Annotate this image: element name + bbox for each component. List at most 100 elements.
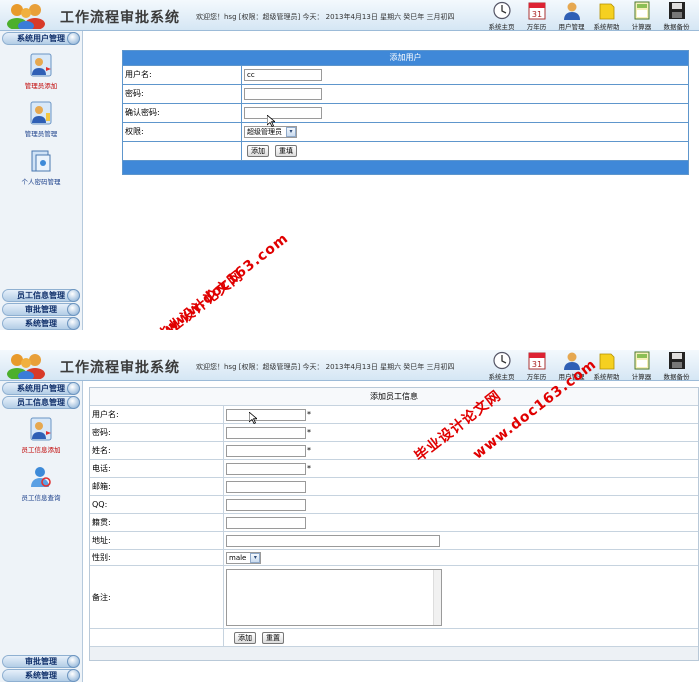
password-input[interactable] [244, 88, 322, 100]
calendar-button[interactable]: 31 万年历 [519, 1, 554, 31]
add-staff-form: 添加员工信息 用户名: * 密码: * 姓名: * 电话: * 邮箱: QQ: … [89, 387, 699, 661]
calculator-button[interactable]: 计算器 [624, 1, 659, 31]
help-book-icon [599, 3, 614, 20]
scrollbar[interactable] [433, 569, 441, 625]
calculator-icon [634, 1, 649, 20]
reset-button[interactable]: 重置 [262, 631, 284, 644]
address-input[interactable] [226, 534, 440, 547]
required-mark: * [307, 446, 311, 455]
calendar-icon: 31 [528, 2, 545, 20]
toggle-knob-icon [67, 32, 80, 45]
app-title: 工作流程审批系统 [60, 360, 180, 376]
tool-label: 系统主页 [488, 373, 515, 381]
toggle-knob-icon [67, 669, 80, 682]
toggle-knob-icon [67, 655, 80, 668]
admin-manage-icon [30, 101, 52, 125]
calendar-button[interactable]: 31 万年历 [519, 351, 554, 381]
gender-select[interactable]: male ▾ [226, 551, 262, 564]
tool-label: 用户管理 [558, 23, 585, 31]
hometown-label: 籍贯: [90, 514, 224, 531]
note-textarea[interactable] [226, 568, 442, 626]
calculator-button[interactable]: 计算器 [624, 351, 659, 381]
add-button[interactable]: 添加 [234, 631, 256, 644]
sidebar-item-admin-manage[interactable]: 管理员管理 [0, 99, 82, 138]
required-mark: * [307, 464, 311, 473]
form-footer [123, 160, 688, 174]
sidebar-section-staff[interactable]: 员工信息管理 [2, 396, 80, 409]
qq-input[interactable] [226, 498, 306, 511]
sidebar-item-staff-add[interactable]: 员工信息添加 [0, 415, 82, 454]
password-input[interactable] [226, 426, 306, 439]
toggle-knob-icon [67, 289, 80, 302]
form-title: 添加员工信息 [90, 388, 698, 405]
sidebar-item-admin-add[interactable]: 管理员添加 [0, 51, 82, 90]
form-footer [90, 646, 698, 660]
svg-text:31: 31 [531, 10, 541, 19]
app-title: 工作流程审批系统 [60, 10, 180, 26]
tool-label: 计算器 [631, 373, 652, 381]
sidebar-section-system[interactable]: 系统管理 [2, 669, 80, 682]
calendar-icon: 31 [528, 352, 545, 370]
floppy-disk-icon [668, 352, 685, 369]
calculator-icon [634, 351, 649, 370]
address-label: 地址: [90, 532, 224, 549]
name-input[interactable] [226, 444, 306, 457]
username-input[interactable] [244, 69, 322, 81]
user-icon [563, 2, 580, 20]
backup-button[interactable]: 数据备份 [659, 351, 694, 381]
sidebar-section-system[interactable]: 系统管理 [2, 317, 80, 330]
form-title: 添加用户 [123, 51, 688, 65]
confirm-password-input[interactable] [244, 107, 322, 119]
sidebar-section-user-manage[interactable]: 系统用户管理 [2, 32, 80, 45]
username-label: 用户名: [123, 66, 242, 84]
sidebar-section-user-manage[interactable]: 系统用户管理 [2, 382, 80, 395]
clock-icon [492, 351, 511, 370]
sidebar-section-approval[interactable]: 审批管理 [2, 655, 80, 668]
email-label: 邮箱: [90, 478, 224, 495]
required-mark: * [307, 410, 311, 419]
username-input[interactable] [226, 408, 306, 421]
svg-text:31: 31 [531, 360, 541, 369]
home-button[interactable]: 系统主页 [484, 351, 519, 381]
tool-label: 数据备份 [663, 373, 690, 381]
backup-button[interactable]: 数据备份 [659, 1, 694, 31]
phone-input[interactable] [226, 462, 306, 475]
gender-label: 性别: [90, 550, 224, 565]
role-select[interactable]: 超级管理员 ▾ [244, 126, 297, 138]
help-button[interactable]: 系统帮助 [589, 1, 624, 31]
logo-people-icon [7, 354, 45, 379]
password-label: 密码: [90, 424, 224, 441]
staff-search-icon [31, 467, 51, 487]
required-mark: * [307, 428, 311, 437]
toggle-knob-icon [67, 396, 80, 409]
email-input[interactable] [226, 480, 306, 493]
home-button[interactable]: 系统主页 [484, 1, 519, 31]
sidebar-item-password[interactable]: 个人密码管理 [0, 147, 82, 186]
staff-add-icon [30, 417, 52, 441]
username-label: 用户名: [90, 406, 224, 423]
sidebar-section-staff[interactable]: 员工信息管理 [2, 289, 80, 302]
mouse-cursor-icon [267, 115, 275, 127]
welcome-text: 欢迎您！hsg [权限：超级管理员] 今天： 2013年4月13日 星期六 癸巳… [196, 363, 455, 371]
name-label: 姓名: [90, 442, 224, 459]
hometown-input[interactable] [226, 516, 306, 529]
tool-label: 系统主页 [488, 23, 515, 31]
user-manage-button[interactable]: 用户管理 [554, 1, 589, 31]
chevron-down-icon: ▾ [250, 552, 261, 563]
sidebar-item-staff-search[interactable]: 员工信息查询 [0, 463, 82, 502]
confirm-password-label: 确认密码: [123, 104, 242, 122]
screenshot-add-user: 工作流程审批系统 欢迎您！hsg [权限：超级管理员] 今天： 2013年4月1… [0, 0, 699, 330]
password-icon [31, 150, 51, 172]
empty-cell [90, 629, 224, 646]
reset-button[interactable]: 重填 [275, 145, 297, 157]
logo-people-icon [7, 4, 45, 29]
floppy-disk-icon [668, 2, 685, 19]
add-button[interactable]: 添加 [247, 145, 269, 157]
sidebar-section-approval[interactable]: 审批管理 [2, 303, 80, 316]
empty-cell [123, 142, 242, 160]
tool-label: 系统帮助 [593, 373, 620, 381]
toggle-knob-icon [67, 303, 80, 316]
main-content: 添加员工信息 用户名: * 密码: * 姓名: * 电话: * 邮箱: QQ: … [84, 381, 699, 682]
note-label: 备注: [90, 566, 224, 628]
tool-label: 计算器 [631, 23, 652, 31]
